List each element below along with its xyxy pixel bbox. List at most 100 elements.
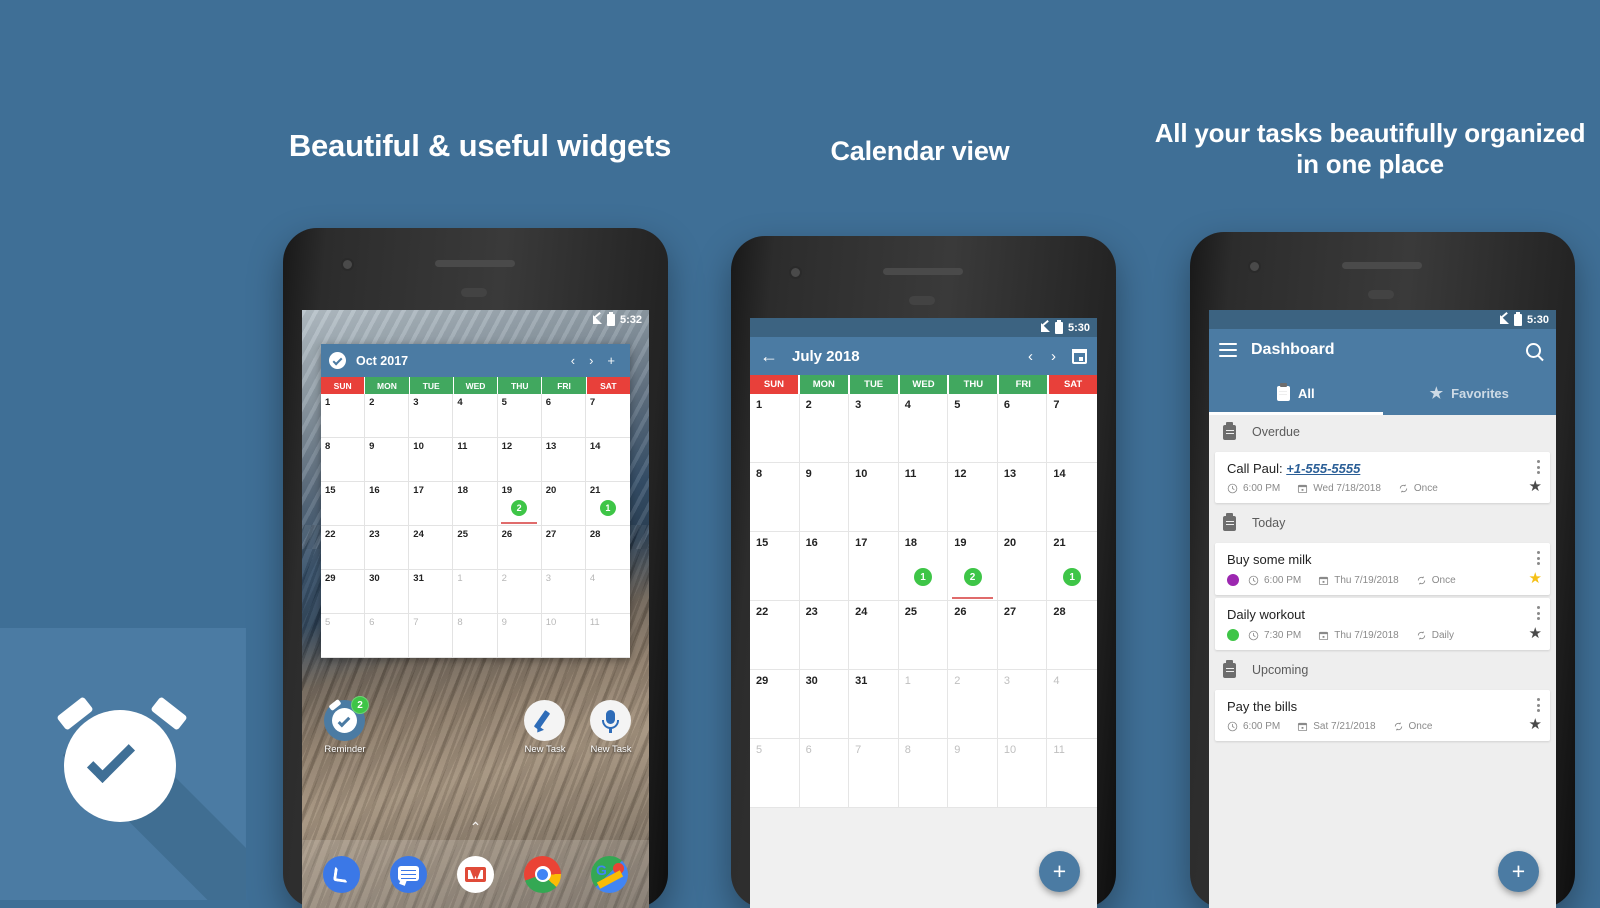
day-cell[interactable]: 8 [321, 438, 366, 482]
day-cell[interactable]: 19 2 [948, 532, 998, 601]
day-cell[interactable]: 10 [409, 438, 454, 482]
day-cell[interactable]: 5 [497, 394, 542, 438]
day-cell[interactable]: 23 [799, 601, 850, 670]
messages-app-icon[interactable] [390, 855, 427, 893]
task-favorite-star-icon[interactable]: ★ [1529, 715, 1542, 733]
day-cell[interactable]: 26 [497, 526, 542, 570]
phone-app-icon[interactable] [323, 855, 360, 893]
pencil-icon[interactable] [524, 700, 565, 741]
chrome-app-icon[interactable] [524, 855, 561, 893]
day-cell[interactable]: 4 [898, 394, 949, 463]
day-cell[interactable]: 3 [849, 394, 899, 463]
day-cell[interactable]: 30 [799, 670, 850, 739]
day-cell[interactable]: 21 1 [1047, 532, 1097, 601]
day-cell[interactable]: 2 [799, 394, 850, 463]
widget-day-grid[interactable]: 1 2 3 4 5 6 7 8 9 10 11 12 13 14 15 16 17 18 19 2 20 21 1 22 23 2… [321, 394, 630, 658]
task-favorite-star-icon[interactable]: ★ [1529, 569, 1542, 587]
day-cell[interactable]: 24 [409, 526, 454, 570]
day-cell[interactable]: 13 [997, 463, 1048, 532]
day-cell[interactable]: 19 2 [497, 482, 542, 526]
day-cell[interactable]: 31 [409, 570, 454, 614]
day-cell[interactable]: 31 [849, 670, 899, 739]
calendar-icon[interactable] [1072, 348, 1087, 364]
day-cell[interactable]: 6 [997, 394, 1048, 463]
day-cell[interactable]: 1 [750, 394, 800, 463]
day-cell[interactable]: 10 [997, 739, 1048, 808]
day-cell[interactable]: 29 [321, 570, 366, 614]
day-cell[interactable]: 12 [497, 438, 542, 482]
day-cell[interactable]: 8 [453, 614, 498, 658]
day-cell[interactable]: 10 [849, 463, 899, 532]
day-cell[interactable]: 8 [898, 739, 949, 808]
day-cell[interactable]: 24 [849, 601, 899, 670]
task-overflow-menu-icon[interactable] [1537, 698, 1540, 712]
add-task-fab[interactable]: + [1039, 851, 1080, 892]
day-cell[interactable]: 4 [585, 570, 630, 614]
day-cell[interactable]: 28 [1047, 601, 1097, 670]
tab-all[interactable]: All [1209, 371, 1383, 415]
task-overflow-menu-icon[interactable] [1537, 460, 1540, 474]
task-card[interactable]: Pay the bills 6:00 PM Sat 7/21/2018 Once ★ [1215, 690, 1550, 741]
task-card[interactable]: Call Paul: +1-555-5555 6:00 PM Wed 7/18/20… [1215, 452, 1550, 503]
day-cell[interactable]: 14 [585, 438, 630, 482]
day-cell[interactable]: 1 [321, 394, 366, 438]
calendar-day-grid[interactable]: 1 2 3 4 5 6 7 8 9 10 11 12 13 14 15 16 17 18 1 19 2 20 21 1 22 23… [750, 394, 1097, 808]
day-cell[interactable]: 15 [750, 532, 800, 601]
day-cell[interactable]: 2 [497, 570, 542, 614]
day-cell[interactable]: 1 [898, 670, 949, 739]
microphone-icon[interactable] [590, 700, 631, 741]
day-cell[interactable]: 15 [321, 482, 366, 526]
day-cell[interactable]: 27 [997, 601, 1048, 670]
back-arrow-icon[interactable]: ← [760, 346, 778, 367]
task-overflow-menu-icon[interactable] [1537, 606, 1540, 620]
day-cell[interactable]: 7 [849, 739, 899, 808]
day-cell[interactable]: 8 [750, 463, 800, 532]
next-month-button[interactable]: › [1042, 348, 1065, 365]
day-cell[interactable]: 7 [409, 614, 454, 658]
day-cell[interactable]: 4 [453, 394, 498, 438]
day-cell[interactable]: 11 [898, 463, 949, 532]
day-cell[interactable]: 20 [541, 482, 586, 526]
day-cell[interactable]: 27 [541, 526, 586, 570]
day-cell[interactable]: 20 [997, 532, 1048, 601]
day-cell[interactable]: 9 [497, 614, 542, 658]
day-cell[interactable]: 3 [409, 394, 454, 438]
day-cell[interactable]: 25 [453, 526, 498, 570]
day-cell[interactable]: 18 [453, 482, 498, 526]
widget-add-task-button[interactable]: + [600, 353, 622, 368]
day-cell[interactable]: 6 [365, 614, 410, 658]
task-card[interactable]: Daily workout 7:30 PM Thu 7/19/2018 Daily ★ [1215, 598, 1550, 650]
calendar-widget[interactable]: Oct 2017 ‹ › + SUN MON TUE WED THU FRI SAT 123… [321, 344, 630, 658]
day-cell[interactable]: 23 [365, 526, 410, 570]
day-cell[interactable]: 11 [453, 438, 498, 482]
search-icon[interactable] [1526, 342, 1544, 362]
day-cell[interactable]: 22 [321, 526, 366, 570]
task-list[interactable]: Overdue Call Paul: +1-555-5555 6:00 PM Wed … [1209, 415, 1556, 741]
app-drawer-handle[interactable]: ⌃ [470, 819, 482, 836]
day-cell[interactable]: 9 [799, 463, 850, 532]
day-cell[interactable]: 6 [799, 739, 850, 808]
day-cell[interactable]: 7 [1047, 394, 1097, 463]
day-cell[interactable]: 30 [365, 570, 410, 614]
task-phone-link[interactable]: +1-555-5555 [1286, 461, 1360, 476]
day-cell[interactable]: 4 [1047, 670, 1097, 739]
day-cell[interactable]: 11 [1047, 739, 1097, 808]
widget-next-month-button[interactable]: › [582, 353, 600, 368]
day-cell[interactable]: 14 [1047, 463, 1097, 532]
tab-favorites[interactable]: ★ Favorites [1383, 371, 1557, 415]
day-cell[interactable]: 18 1 [898, 532, 949, 601]
gmail-app-icon[interactable] [457, 855, 494, 893]
prev-month-button[interactable]: ‹ [1019, 348, 1042, 365]
task-overflow-menu-icon[interactable] [1537, 551, 1540, 565]
day-cell[interactable]: 13 [541, 438, 586, 482]
day-cell[interactable]: 10 [541, 614, 586, 658]
day-cell[interactable]: 7 [585, 394, 630, 438]
day-cell[interactable]: 29 [750, 670, 800, 739]
day-cell[interactable]: 2 [365, 394, 410, 438]
day-cell[interactable]: 12 [948, 463, 998, 532]
day-cell[interactable]: 9 [365, 438, 410, 482]
day-cell[interactable]: 22 [750, 601, 800, 670]
day-cell[interactable]: 25 [898, 601, 949, 670]
day-cell[interactable]: 17 [849, 532, 899, 601]
shortcut-new-task-voice[interactable]: New Task [590, 700, 632, 755]
